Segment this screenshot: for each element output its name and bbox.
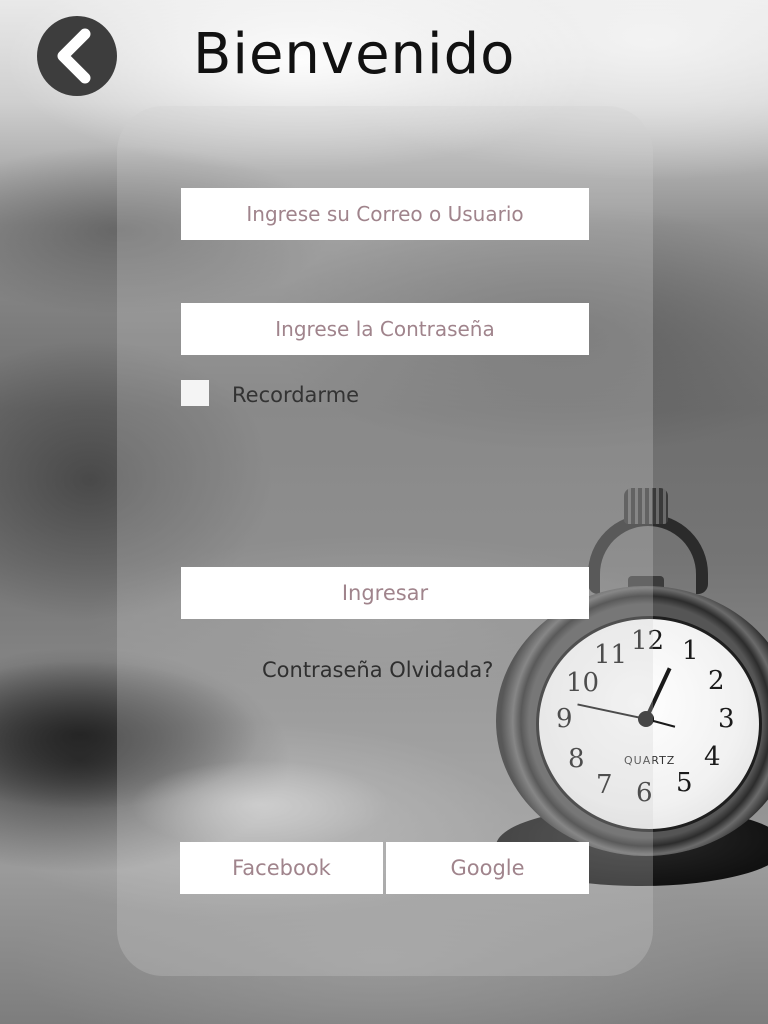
remember-me-label: Recordarme	[232, 383, 360, 407]
google-login-button[interactable]: Google	[386, 842, 589, 894]
dial-number: 1	[682, 636, 699, 666]
dial-number: 5	[676, 768, 693, 798]
dial-number: 3	[718, 704, 735, 734]
page-title: Bienvenido	[193, 22, 516, 87]
chevron-left-icon	[57, 28, 91, 84]
dial-number: 2	[708, 666, 725, 696]
dial-number: 4	[704, 742, 721, 772]
password-field[interactable]	[181, 303, 589, 355]
remember-me-checkbox[interactable]	[181, 380, 209, 406]
login-button[interactable]: Ingresar	[181, 567, 589, 619]
forgot-password-link[interactable]: Contraseña Olvidada?	[262, 658, 493, 682]
facebook-login-button[interactable]: Facebook	[180, 842, 383, 894]
back-button[interactable]	[37, 16, 117, 96]
email-field[interactable]	[181, 188, 589, 240]
